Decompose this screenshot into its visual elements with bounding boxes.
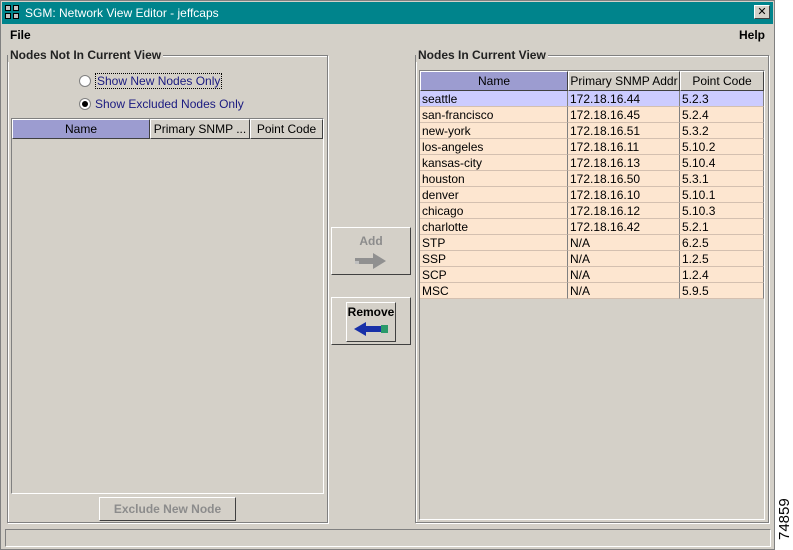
nodes-in-view-panel: Nodes In Current View Name Primary SNMP … <box>415 48 769 523</box>
menu-file[interactable]: File <box>10 28 31 42</box>
exclude-new-node-button[interactable]: Exclude New Node <box>99 497 236 521</box>
cell-name: new-york <box>420 123 568 139</box>
cell-name: los-angeles <box>420 139 568 155</box>
cell-name: SSP <box>420 251 568 267</box>
cell-snmp-address: 172.18.16.12 <box>568 203 680 219</box>
column-header-name[interactable]: Name <box>420 71 568 91</box>
show-excluded-nodes-radio[interactable]: Show Excluded Nodes Only <box>79 97 244 111</box>
cell-snmp-address: N/A <box>568 283 680 299</box>
cell-point-code: 1.2.5 <box>680 251 764 267</box>
cell-snmp-address: 172.18.16.45 <box>568 107 680 123</box>
excluded-nodes-table-header: Name Primary SNMP ... Point Code <box>12 119 323 139</box>
cell-snmp-address: 172.18.16.50 <box>568 171 680 187</box>
cell-snmp-address: N/A <box>568 235 680 251</box>
menu-bar: File Help <box>2 25 773 45</box>
right-arrow-icon <box>355 253 386 269</box>
radio-excluded-indicator[interactable] <box>79 98 91 110</box>
cell-point-code: 5.2.1 <box>680 219 764 235</box>
cell-name: denver <box>420 187 568 203</box>
table-row[interactable]: MSC N/A 5.9.5 <box>420 283 764 299</box>
cell-point-code: 5.2.3 <box>680 91 764 107</box>
remove-button[interactable]: Remove <box>331 297 411 345</box>
table-row[interactable]: seattle 172.18.16.44 5.2.3 <box>420 91 764 107</box>
table-row[interactable]: los-angeles 172.18.16.11 5.10.2 <box>420 139 764 155</box>
cell-snmp-address: 172.18.16.10 <box>568 187 680 203</box>
cell-name: san-francisco <box>420 107 568 123</box>
excluded-nodes-table[interactable]: Name Primary SNMP ... Point Code <box>11 118 324 494</box>
status-bar <box>5 529 771 547</box>
table-row[interactable]: SCP N/A 1.2.4 <box>420 267 764 283</box>
cell-name: chicago <box>420 203 568 219</box>
nodes-in-view-table[interactable]: Name Primary SNMP Addr Point Code seattl… <box>419 70 765 520</box>
app-icon <box>5 5 21 21</box>
table-row[interactable]: kansas-city 172.18.16.13 5.10.4 <box>420 155 764 171</box>
cell-point-code: 5.10.3 <box>680 203 764 219</box>
cell-point-code: 5.9.5 <box>680 283 764 299</box>
cell-point-code: 5.3.2 <box>680 123 764 139</box>
nodes-in-view-table-header: Name Primary SNMP Addr Point Code <box>420 71 764 91</box>
cell-name: houston <box>420 171 568 187</box>
nodes-in-view-title: Nodes In Current View <box>416 48 548 62</box>
show-new-nodes-label: Show New Nodes Only <box>95 73 223 89</box>
column-header-point-code[interactable]: Point Code <box>680 71 764 91</box>
table-row[interactable]: new-york 172.18.16.51 5.3.2 <box>420 123 764 139</box>
cell-point-code: 5.2.4 <box>680 107 764 123</box>
nodes-not-in-view-panel: Nodes Not In Current View Show New Nodes… <box>7 48 328 523</box>
title-bar[interactable]: SGM: Network View Editor - jeffcaps ✕ <box>2 2 773 24</box>
table-row[interactable]: houston 172.18.16.50 5.3.1 <box>420 171 764 187</box>
cell-point-code: 5.3.1 <box>680 171 764 187</box>
network-view-editor-window: SGM: Network View Editor - jeffcaps ✕ Fi… <box>0 0 775 550</box>
cell-name: kansas-city <box>420 155 568 171</box>
cell-snmp-address: N/A <box>568 267 680 283</box>
cell-snmp-address: 172.18.16.51 <box>568 123 680 139</box>
table-row[interactable]: SSP N/A 1.2.5 <box>420 251 764 267</box>
cell-snmp-address: N/A <box>568 251 680 267</box>
remove-button-inner: Remove <box>346 302 396 342</box>
cell-snmp-address: 172.18.16.42 <box>568 219 680 235</box>
column-header-point-code[interactable]: Point Code <box>250 119 323 139</box>
close-icon[interactable]: ✕ <box>754 5 770 19</box>
cell-point-code: 6.2.5 <box>680 235 764 251</box>
cell-snmp-address: 172.18.16.11 <box>568 139 680 155</box>
cell-point-code: 5.10.2 <box>680 139 764 155</box>
cell-point-code: 1.2.4 <box>680 267 764 283</box>
radio-new-indicator[interactable] <box>79 75 91 87</box>
nodes-in-view-table-body: seattle 172.18.16.44 5.2.3 san-francisco 172… <box>420 91 764 299</box>
figure-id: 74859 <box>776 498 793 540</box>
cell-point-code: 5.10.1 <box>680 187 764 203</box>
cell-point-code: 5.10.4 <box>680 155 764 171</box>
table-row[interactable]: san-francisco 172.18.16.45 5.2.4 <box>420 107 764 123</box>
cell-name: MSC <box>420 283 568 299</box>
left-arrow-icon <box>354 322 388 336</box>
add-button[interactable]: Add <box>331 227 411 275</box>
show-excluded-nodes-label: Show Excluded Nodes Only <box>95 97 244 111</box>
exclude-new-node-label: Exclude New Node <box>113 502 222 516</box>
column-header-snmp[interactable]: Primary SNMP ... <box>150 119 250 139</box>
nodes-not-in-view-title: Nodes Not In Current View <box>8 48 164 62</box>
menu-help[interactable]: Help <box>739 28 765 42</box>
cell-snmp-address: 172.18.16.44 <box>568 91 680 107</box>
column-header-snmp[interactable]: Primary SNMP Addr <box>568 71 680 91</box>
table-row[interactable]: STP N/A 6.2.5 <box>420 235 764 251</box>
cell-snmp-address: 172.18.16.13 <box>568 155 680 171</box>
cell-name: STP <box>420 235 568 251</box>
cell-name: charlotte <box>420 219 568 235</box>
column-header-name[interactable]: Name <box>12 119 150 139</box>
table-row[interactable]: denver 172.18.16.10 5.10.1 <box>420 187 764 203</box>
cell-name: SCP <box>420 267 568 283</box>
table-row[interactable]: chicago 172.18.16.12 5.10.3 <box>420 203 764 219</box>
add-button-label: Add <box>359 234 383 248</box>
table-row[interactable]: charlotte 172.18.16.42 5.2.1 <box>420 219 764 235</box>
remove-button-label: Remove <box>347 305 395 319</box>
show-new-nodes-radio[interactable]: Show New Nodes Only <box>79 73 223 89</box>
window-title: SGM: Network View Editor - jeffcaps <box>25 6 219 20</box>
cell-name: seattle <box>420 91 568 107</box>
